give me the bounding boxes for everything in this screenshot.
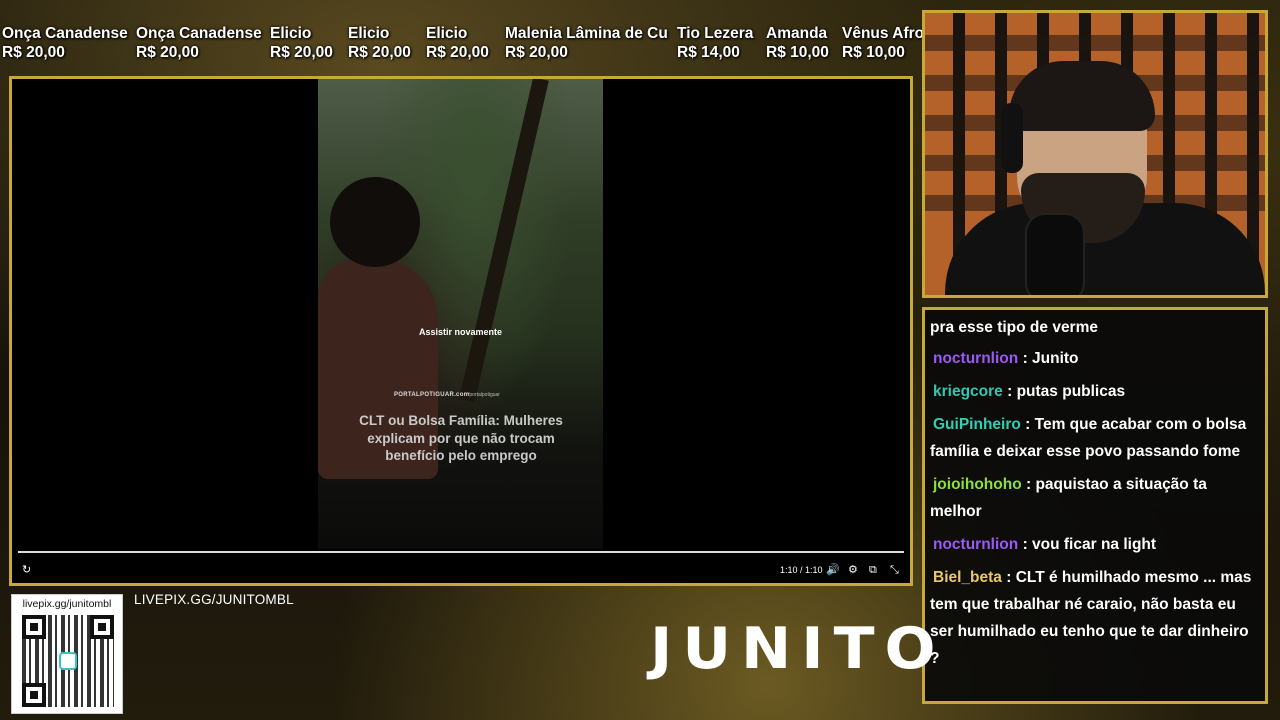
chat-message: kriegcore : putas publicas (933, 383, 1126, 400)
replay-icon[interactable]: ↻ (22, 559, 31, 581)
donation-amount: R$ 20,00 (348, 44, 411, 61)
donation-amount: R$ 20,00 (426, 44, 489, 61)
webcam-feed (922, 10, 1268, 298)
donor-name: Elicio (270, 25, 312, 42)
livepix-url: LIVEPIX.GG/JUNITOMBL (134, 592, 294, 607)
donation-amount: R$ 10,00 (842, 44, 905, 61)
video-end-overlay (318, 79, 603, 549)
qr-center-logo (59, 652, 77, 670)
volume-icon[interactable]: 🔊 (826, 559, 840, 581)
settings-icon[interactable]: ⚙ (848, 559, 858, 581)
progress-bar[interactable] (18, 551, 904, 553)
donation-amount: R$ 20,00 (505, 44, 568, 61)
donor-name: Onça Canadense (136, 25, 262, 42)
donor-name: Elicio (348, 25, 390, 42)
miniplayer-icon[interactable]: ⧉ (869, 559, 877, 581)
donor-name: Onça Canadense (2, 25, 128, 42)
qr-finder (22, 683, 46, 707)
exit-fullscreen-icon[interactable]: ⤡ (890, 559, 899, 581)
donor-name: Tio Lezera (677, 25, 754, 42)
donation-item: Elicio R$ 20,00 (348, 24, 411, 62)
donation-item: Tio Lezera R$ 14,00 (677, 24, 753, 62)
donor-name: Elicio (426, 25, 468, 42)
donor-name: Vênus Afro (842, 25, 922, 42)
chat-username[interactable]: GuiPinheiro (933, 416, 1021, 433)
chat-username[interactable]: kriegcore (933, 383, 1003, 400)
donation-item: Onça Canadense R$ 20,00 (2, 24, 128, 62)
headset (1001, 103, 1023, 173)
time-display: 1:10 / 1:10 (780, 565, 823, 575)
chat-message: pra esse tipo de verme (930, 314, 1259, 341)
donation-ticker: Onça Canadense R$ 20,00 Onça Canadense R… (0, 24, 922, 70)
chat-username[interactable]: Biel_beta (933, 569, 1002, 586)
chat-username[interactable]: nocturnlion (933, 536, 1018, 553)
video-player[interactable]: Assistir novamente PORTALPOTIGUAR.com /p… (9, 76, 913, 586)
donation-item: Malenia Lâmina de Cu R$ 20,00 (505, 24, 668, 62)
portal-handle: /portalpotiguar (468, 392, 500, 398)
portal-logo: PORTALPOTIGUAR.com (394, 392, 470, 398)
video-headline: CLT ou Bolsa Família: Mulheres explicam … (359, 413, 563, 463)
donation-item: Elicio R$ 20,00 (426, 24, 489, 62)
donation-item: Onça Canadense R$ 20,00 (136, 24, 262, 62)
qr-finder (90, 615, 114, 639)
channel-brand-logo: JUNITO (650, 615, 946, 683)
streamer-hair (1009, 61, 1155, 131)
donation-item: Vênus Afro R$ 10,00 (842, 24, 922, 62)
donor-name: Amanda (766, 25, 828, 42)
microphone (1025, 213, 1085, 295)
donation-amount: R$ 20,00 (136, 44, 199, 61)
chat-text: pra esse tipo de verme (930, 319, 1098, 336)
donation-amount: R$ 20,00 (270, 44, 333, 61)
video-frame[interactable]: Assistir novamente PORTALPOTIGUAR.com /p… (318, 79, 603, 549)
chat-message: Biel_beta : CLT é humilhado mesmo ... ma… (930, 569, 1252, 667)
donation-amount: R$ 20,00 (2, 44, 65, 61)
chat-username[interactable]: nocturnlion (933, 350, 1018, 367)
player-controls: ↻ 1:10 / 1:10 🔊 ⚙ ⧉ ⤡ (12, 559, 910, 581)
qr-label: livepix.gg/junitombl (22, 598, 112, 610)
donation-item: Elicio R$ 20,00 (270, 24, 333, 62)
chat-message: GuiPinheiro : Tem que acabar com o bolsa… (930, 416, 1247, 460)
qr-code-panel: livepix.gg/junitombl (11, 594, 123, 714)
chat-text: Junito (1032, 350, 1079, 367)
chat-message: nocturnlion : Junito (933, 350, 1079, 367)
replay-button[interactable]: Assistir novamente (318, 327, 603, 337)
chat-text: putas publicas (1016, 383, 1126, 400)
chat-panel: pra esse tipo de verme nocturnlion : Jun… (922, 307, 1268, 704)
donation-amount: R$ 10,00 (766, 44, 829, 61)
chat-message: joioihohoho : paquistao a situação ta me… (930, 476, 1207, 520)
donation-amount: R$ 14,00 (677, 44, 740, 61)
donation-item: Amanda R$ 10,00 (766, 24, 829, 62)
donor-name: Malenia Lâmina de Cu (505, 25, 668, 42)
chat-username[interactable]: joioihohoho (933, 476, 1022, 493)
chat-message: nocturnlion : vou ficar na light (933, 536, 1157, 553)
qr-finder (22, 615, 46, 639)
chat-text: vou ficar na light (1032, 536, 1157, 553)
